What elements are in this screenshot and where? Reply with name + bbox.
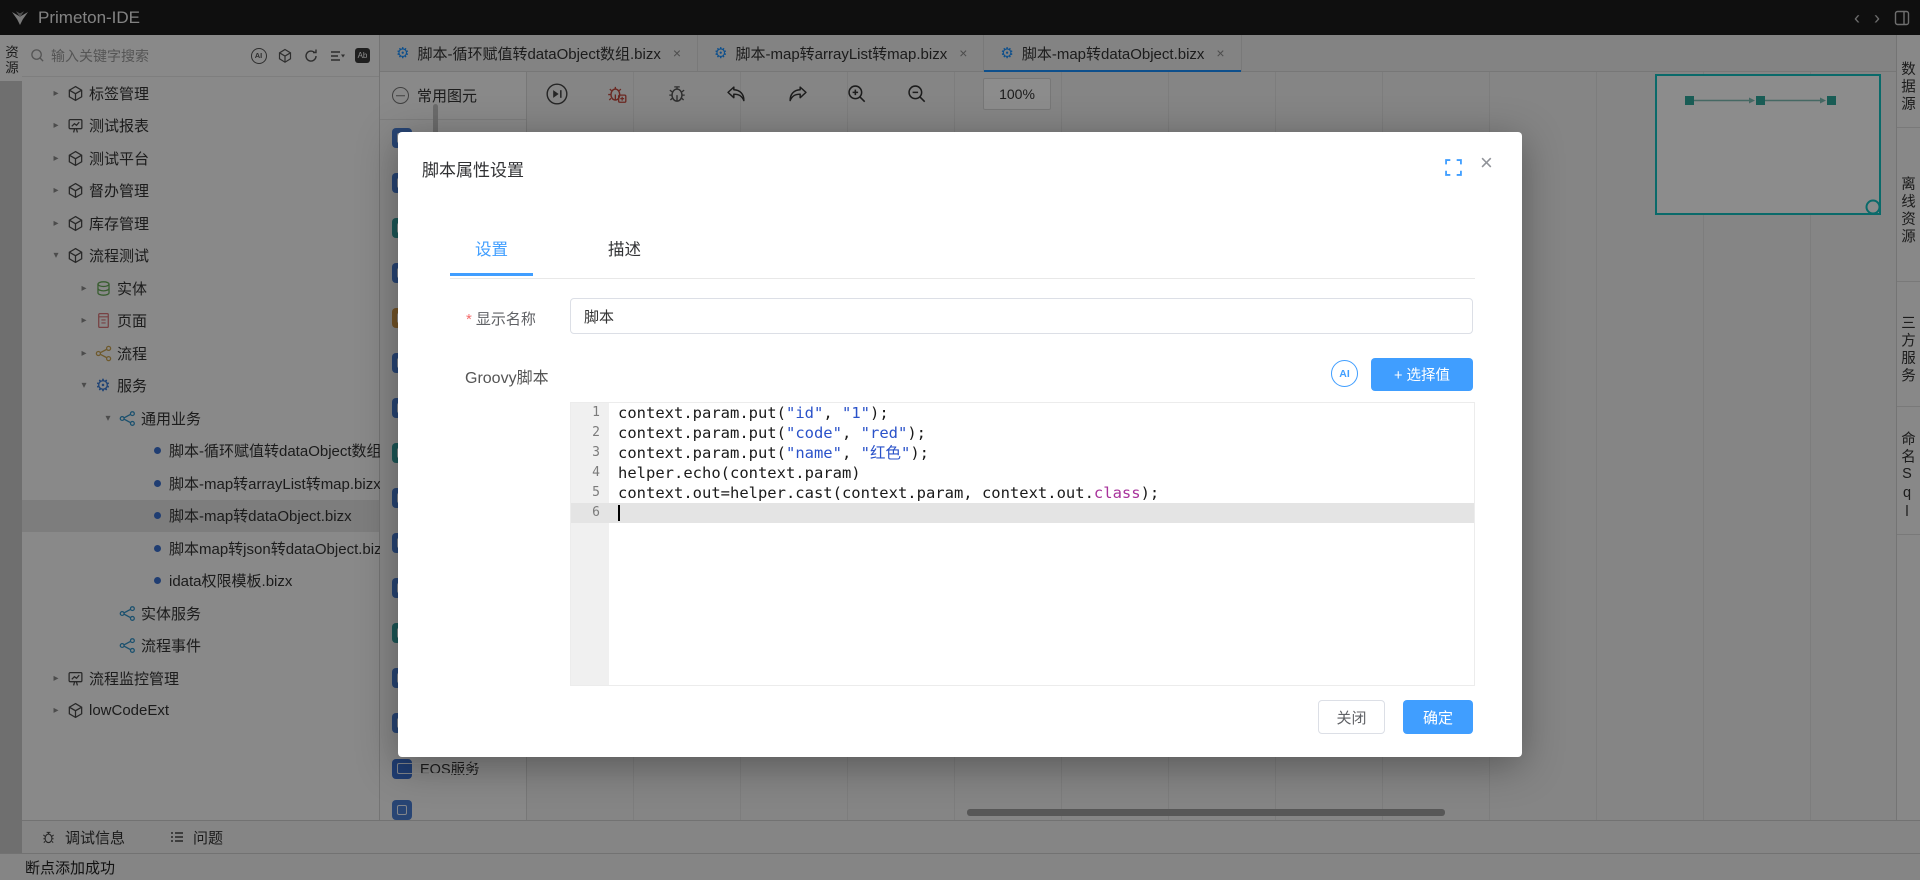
dialog-tab[interactable]: 描述	[583, 236, 666, 276]
dialog-tabs: 设置 描述	[450, 236, 716, 276]
line-number: 2	[571, 423, 609, 443]
tabs-divider	[450, 278, 1475, 279]
display-name-input[interactable]	[570, 298, 1473, 334]
script-properties-dialog: 脚本属性设置 × 设置 描述 *显示名称 Groovy脚本 AI + 选择值 1c…	[398, 132, 1522, 757]
line-number: 4	[571, 463, 609, 483]
ok-button[interactable]: 确定	[1403, 700, 1473, 734]
line-number: 1	[571, 403, 609, 423]
line-number: 3	[571, 443, 609, 463]
code-line[interactable]: 6	[571, 503, 1474, 523]
gutter	[571, 523, 609, 685]
line-number: 6	[571, 503, 609, 523]
display-name-label: *显示名称	[466, 308, 536, 329]
application-window: Primeton-IDE ‹ › 资源 AI Ab ▸标签管理▸测试报表▸测试平…	[0, 0, 1920, 880]
code-line[interactable]: 2context.param.put("code", "red");	[571, 423, 1474, 443]
text-cursor	[618, 505, 620, 521]
code-line[interactable]: 5context.out=helper.cast(context.param, …	[571, 483, 1474, 503]
dialog-tab[interactable]: 设置	[450, 236, 533, 276]
line-number: 5	[571, 483, 609, 503]
code-line[interactable]: 1context.param.put("id", "1");	[571, 403, 1474, 423]
groovy-script-label: Groovy脚本	[465, 364, 549, 388]
fullscreen-icon[interactable]	[1445, 159, 1462, 181]
select-value-button[interactable]: + 选择值	[1371, 358, 1473, 391]
close-button[interactable]: 关闭	[1318, 700, 1385, 734]
groovy-code-editor[interactable]: 1context.param.put("id", "1");2context.p…	[570, 402, 1475, 686]
code-line[interactable]: 4helper.echo(context.param)	[571, 463, 1474, 483]
ai-assist-icon[interactable]: AI	[1331, 360, 1358, 387]
code-line[interactable]: 3context.param.put("name", "红色");	[571, 443, 1474, 463]
close-icon[interactable]: ×	[1480, 152, 1493, 174]
dialog-title: 脚本属性设置	[422, 156, 524, 181]
required-mark: *	[466, 311, 472, 328]
